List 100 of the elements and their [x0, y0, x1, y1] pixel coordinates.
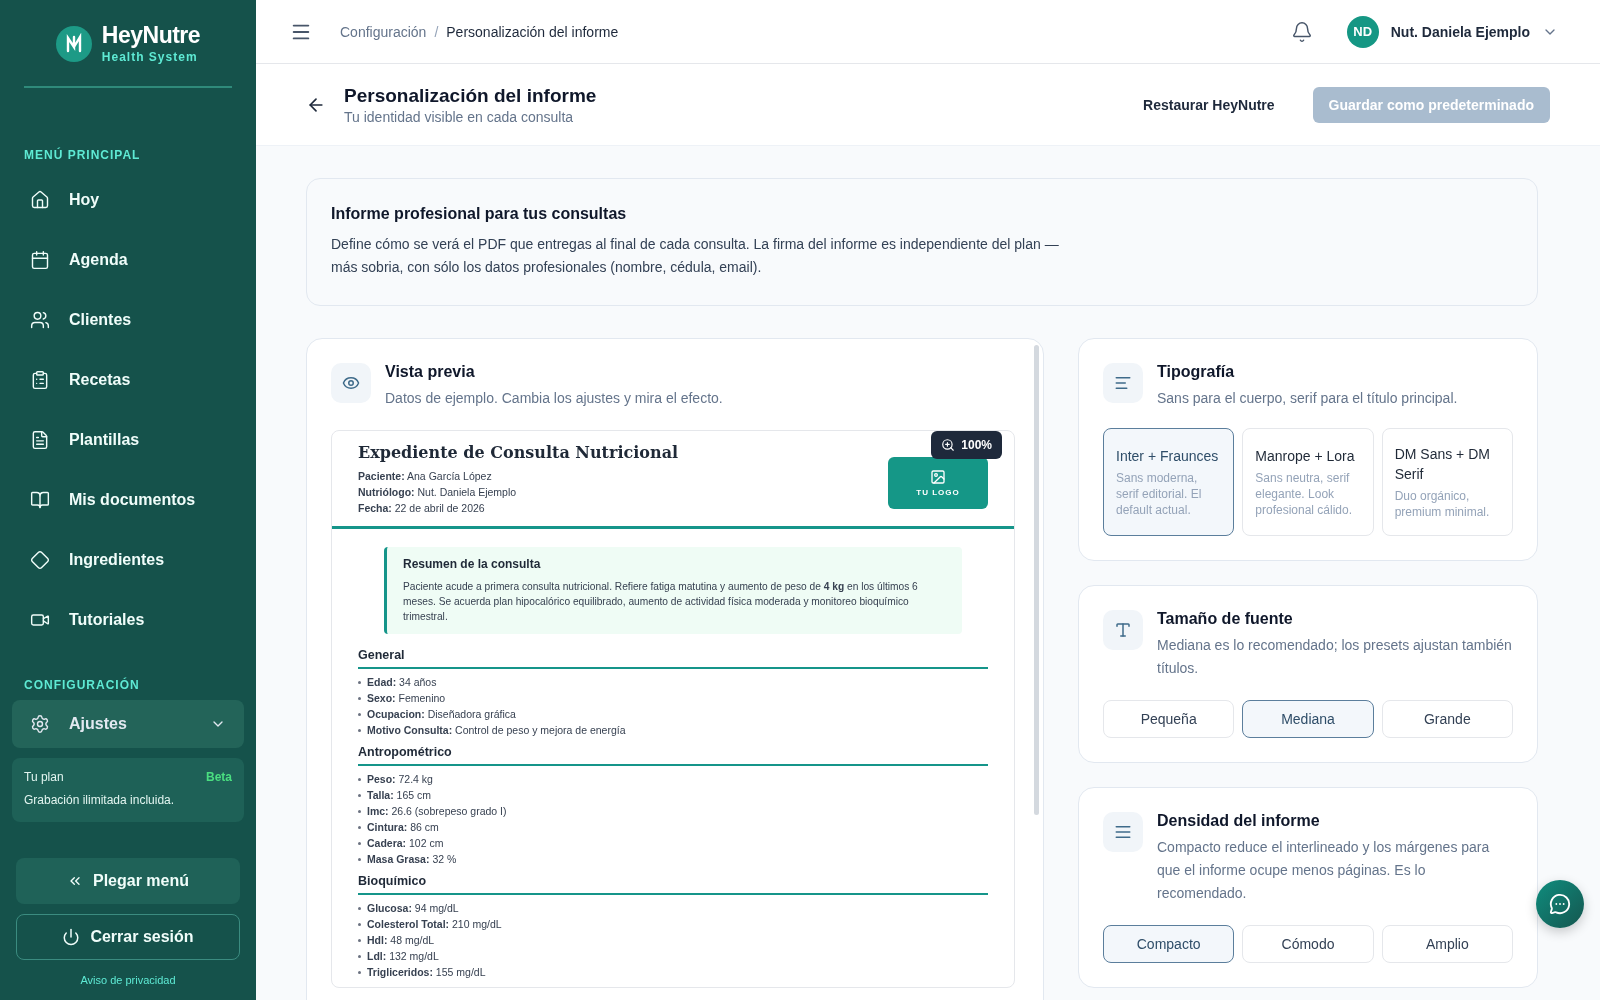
option-button[interactable]: Compacto [1103, 925, 1235, 963]
bullet-icon [358, 793, 361, 797]
nav-group[interactable]: Ajustes [12, 700, 244, 748]
font-option[interactable]: Manrope + Lora Sans neutra, serif elegante. Look profesional cálido. [1242, 428, 1374, 536]
card-subtitle: Sans para el cuerpo, serif para el título principal. [1157, 389, 1458, 408]
list-item: Motivo Consulta: Control de peso y mejora de energía [367, 724, 626, 736]
option-button[interactable]: Amplio [1381, 925, 1513, 963]
font-option[interactable]: DM Sans + DM Serif Duo orgánico, premium minimal. [1381, 428, 1513, 536]
document-meta: Nutriólogo: Nut. Daniela Ejemplo [358, 485, 518, 500]
card-title: Tipografía [1157, 363, 1236, 381]
brand-logo-icon [55, 26, 92, 62]
list-item: Glucosa: 94 mg/dL [367, 902, 459, 914]
card-subtitle: Mediana es lo recomendado; los presets ajustan también títulos. [1157, 636, 1513, 678]
list-item: Ocupacion: Diseñadora gráfica [367, 708, 516, 720]
bullet-icon [358, 970, 361, 974]
privacy-link[interactable]: Aviso de privacidad [80, 974, 176, 986]
option-button[interactable]: Mediana [1242, 700, 1374, 738]
document-title: Expediente de Consulta Nutricional [358, 443, 679, 462]
card-title: Tamaño de fuente [1157, 610, 1294, 628]
list-item: Edad: 34 años [367, 676, 437, 688]
image-icon [930, 469, 946, 485]
list-item: Colesterol Total: 210 mg/dL [367, 918, 502, 930]
card-title: Vista previa [385, 363, 476, 381]
user-menu[interactable]: ND Nut. Daniela Ejemplo [1340, 14, 1564, 49]
bullet-icon [358, 696, 361, 700]
plan-title: Tu plan [24, 770, 64, 784]
brand-name: HeyNutre [101, 24, 201, 47]
option-button[interactable]: Pequeña [1103, 700, 1235, 738]
lines-icon [1103, 812, 1143, 852]
lines-icon [1103, 363, 1143, 403]
bullet-icon [358, 728, 361, 732]
document-meta: Fecha: 22 de abril de 2026 [358, 501, 486, 516]
list-item: Imc: 26.6 (sobrepeso grado I) [367, 805, 507, 817]
page-subtitle: Tu identidad visible en cada consulta [344, 108, 575, 125]
bullet-icon [358, 777, 361, 781]
nav-icon [30, 490, 50, 510]
type-icon [1103, 610, 1143, 650]
nav-icon [30, 250, 50, 270]
plan-label: Beta [206, 770, 232, 784]
intro-title: Informe profesional para tus consultas [331, 205, 628, 223]
nav-item[interactable]: Clientes [0, 290, 256, 350]
power-icon [62, 928, 81, 946]
restore-button[interactable]: Restaurar HeyNutre [1123, 96, 1295, 113]
bullet-icon [358, 906, 361, 910]
chat-icon [1549, 893, 1571, 915]
bell-icon[interactable] [1290, 20, 1313, 43]
bullet-icon [358, 954, 361, 958]
bullet-icon [358, 922, 361, 926]
section-heading: General [358, 648, 988, 669]
nav-icon [30, 310, 50, 330]
list-item: Trigliceridos: 155 mg/dL [367, 966, 486, 978]
list-item: Hdl: 48 mg/dL [367, 934, 435, 946]
nav-item[interactable]: Hoy [0, 170, 256, 230]
list-item: Peso: 72.4 kg [367, 773, 433, 785]
nav-icon [30, 190, 50, 210]
zoom-icon [941, 438, 956, 452]
zoom-button[interactable]: 100% [931, 431, 1002, 459]
nav-icon [30, 370, 50, 390]
scrollbar[interactable] [1034, 345, 1039, 815]
bullet-icon [358, 857, 361, 861]
nav-item[interactable]: Plantillas [0, 410, 256, 470]
breadcrumb-link[interactable]: Configuración [340, 23, 427, 40]
nav-item[interactable]: Recetas [0, 350, 256, 410]
brand-tagline: Health System [101, 50, 199, 64]
section-title: MENÚ PRINCIPAL [23, 148, 142, 162]
bullet-icon [358, 680, 361, 684]
list-item: Cintura: 86 cm [367, 821, 439, 833]
nav-item[interactable]: Ingredientes [0, 530, 256, 590]
section-heading: Bioquímico [358, 874, 988, 895]
card-subtitle: Compacto reduce el interlineado y los márgenes para que el informe ocupe menos páginas. Es lo recomendado. [1157, 838, 1491, 903]
document-meta: Paciente: Ana García López [358, 469, 493, 484]
summary-title: Resumen de la consulta [403, 557, 542, 571]
card-title: Densidad del informe [1157, 812, 1321, 830]
list-item: Sexo: Femenino [367, 692, 446, 704]
breadcrumb-link[interactable]: Personalización del informe [446, 23, 619, 40]
list-item: Ldl: 132 mg/dL [367, 950, 439, 962]
nav-item[interactable]: Tutoriales [0, 590, 256, 650]
font-option[interactable]: Inter + Fraunces Sans moderna, serif editorial. El default actual. [1103, 428, 1235, 536]
option-button[interactable]: Grande [1381, 700, 1513, 738]
breadcrumb-separator: / [434, 23, 439, 40]
list-item: Masa Grasa: 32 % [367, 853, 457, 865]
bullet-icon [358, 841, 361, 845]
option-button[interactable]: Cómodo [1242, 925, 1374, 963]
nav-item[interactable]: Mis documentos [0, 470, 256, 530]
nav-item[interactable]: Agenda [0, 230, 256, 290]
card-subtitle: Datos de ejemplo. Cambia los ajustes y mira el efecto. [385, 389, 723, 408]
avatar: ND [1346, 15, 1379, 48]
bullet-icon [358, 825, 361, 829]
bullet-icon [358, 938, 361, 942]
plan-text: Grabación ilimitada incluida. [24, 793, 175, 807]
collapse-button[interactable]: Plegar menú [16, 858, 240, 904]
logo-upload-button[interactable]: TU LOGO [888, 457, 988, 509]
list-item: Cadera: 102 cm [367, 837, 444, 849]
bullet-icon [358, 712, 361, 716]
page-title: Personalización del informe [344, 84, 597, 107]
logout-button[interactable]: Cerrar sesión [16, 914, 240, 960]
section-heading: Antropométrico [358, 745, 988, 766]
nav-icon [30, 550, 50, 570]
summary-text: Paciente acude a primera consulta nutricional. Refiere fatiga matutina y aumento de peso de 4 kg en los últimos 6 meses. Se acuerda plan hipocalórico equilibrado, aumento de actividad física moderada y monitoreo bioquímico trimestral. [403, 580, 919, 624]
eye-icon [331, 363, 371, 403]
